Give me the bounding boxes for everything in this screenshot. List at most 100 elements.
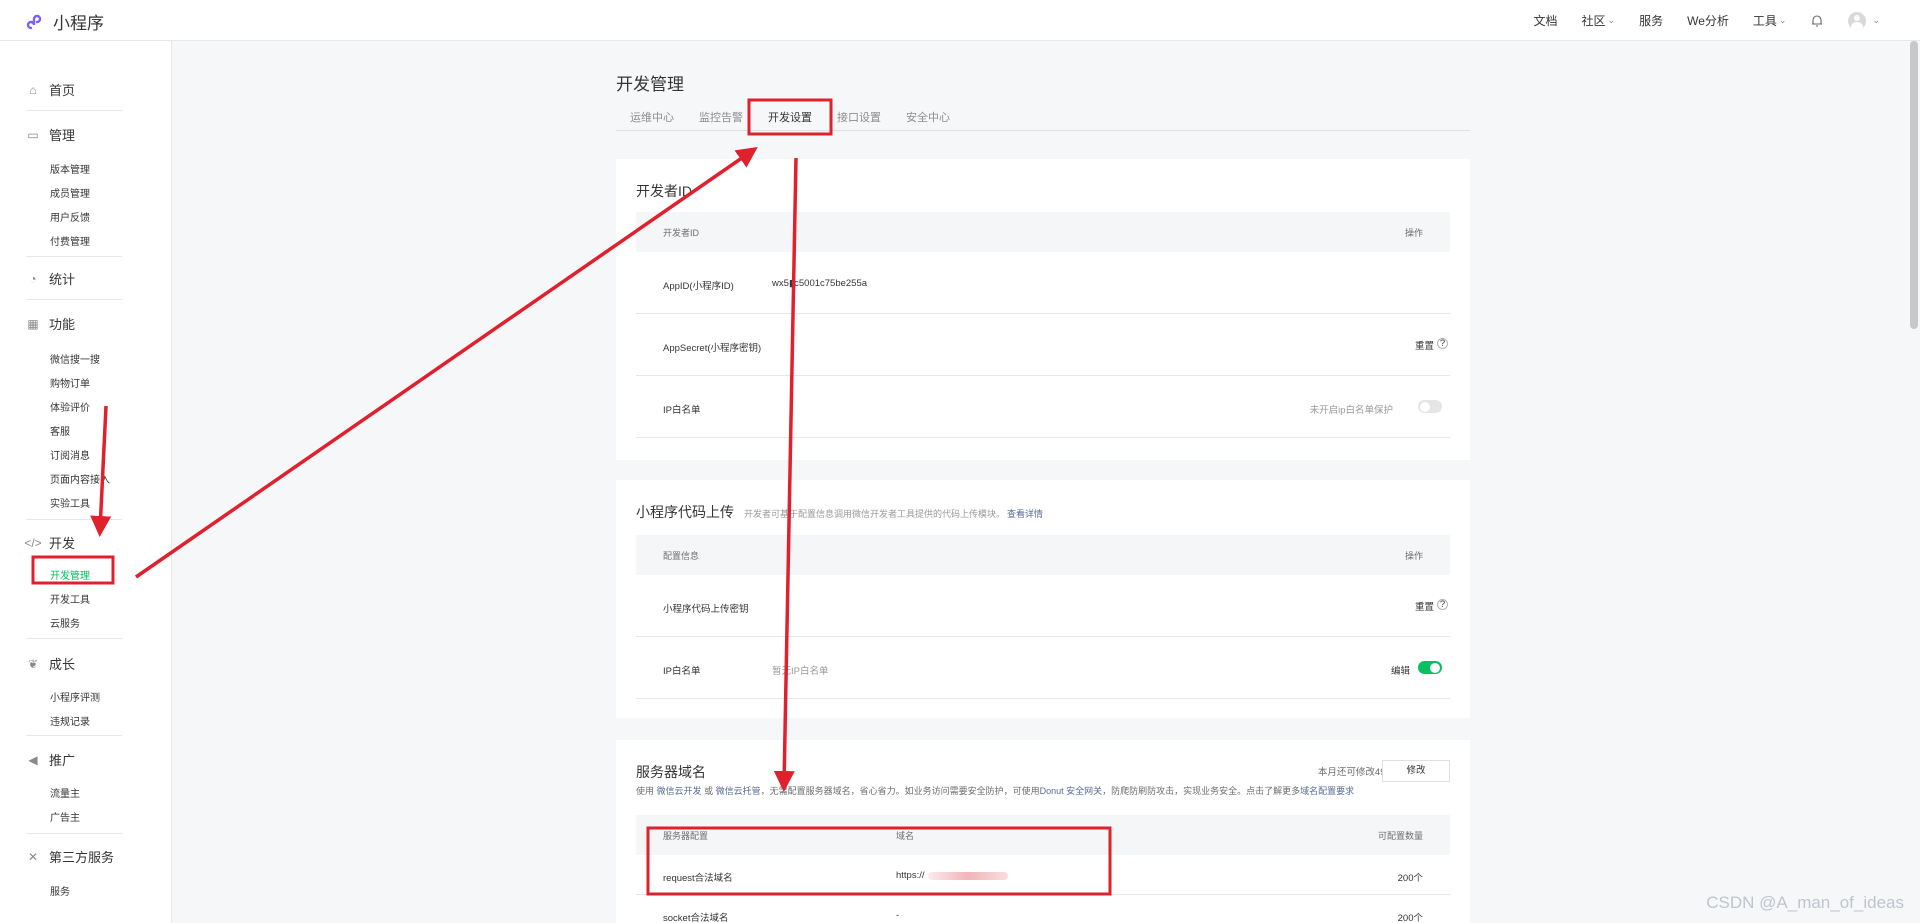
sidebar-item-advertiser[interactable]: 广告主 — [50, 809, 80, 824]
table-row: socket合法域名 - 200个 — [636, 895, 1450, 923]
nav-community[interactable]: 社区 ⌄ — [1582, 12, 1616, 29]
tab-security[interactable]: 安全中心 — [906, 109, 950, 125]
sidebar-item-violations[interactable]: 违规记录 — [50, 713, 90, 728]
top-nav: 文档 社区 ⌄ 服务 We分析 工具 ⌄ ⌄ — [1510, 0, 1880, 41]
logo[interactable]: 小程序 — [26, 9, 104, 34]
inbox-icon: ▭ — [27, 127, 39, 142]
request-domain-value: https:// — [896, 870, 925, 881]
divider — [26, 519, 122, 520]
sidebar-section-label: 推广 — [49, 753, 76, 768]
sidebar-item-dev-manage[interactable]: 开发管理 — [50, 567, 90, 582]
sidebar-section-home[interactable]: ⌂ 首页 — [26, 80, 75, 99]
desc-text: ，无需配置服务器域名，省心省力。如业务访问需要安全防护，可使用 — [760, 786, 1040, 796]
cloud-hosting-link[interactable]: 微信云托管 — [716, 786, 761, 796]
sprout-icon: ❦ — [27, 656, 39, 671]
card-description: 开发者可基于配置信息调用微信开发者工具提供的代码上传模块。 — [744, 509, 1006, 519]
sidebar-item-traffic[interactable]: 流量主 — [50, 785, 80, 800]
desc-text: 使用 — [636, 786, 655, 796]
sidebar-section-dev[interactable]: </> 开发 — [24, 533, 76, 552]
edit-ip-button[interactable]: 编辑 — [1391, 663, 1410, 677]
appsecret-actions: 重置? — [1415, 338, 1448, 352]
puzzle-icon: ✕ — [27, 849, 39, 864]
help-icon[interactable]: ? — [1437, 338, 1448, 349]
sidebar: ⌂ 首页 ▭ 管理 版本管理 成员管理 用户反馈 付费管理 ◔ 统计 ▦ 功能 微信搜一… — [0, 41, 172, 923]
sidebar-section-label: 开发 — [49, 536, 76, 551]
appsecret-label: AppSecret(小程序密钥) — [663, 343, 762, 354]
table-row: request合法域名 https:// 200个 — [636, 855, 1450, 895]
ip-whitelist-status: 未开启ip白名单保护 — [1309, 405, 1393, 416]
appid-label: AppID(小程序ID) — [663, 281, 734, 292]
sidebar-section-growth[interactable]: ❦ 成长 — [26, 654, 75, 673]
divider — [26, 256, 122, 257]
nav-tools[interactable]: 工具 ⌄ — [1753, 12, 1787, 29]
table-row: IP白名单 未开启ip白名单保护 — [636, 376, 1450, 438]
sidebar-section-third-party[interactable]: ✕ 第三方服务 — [26, 847, 114, 866]
sidebar-item-subscribe[interactable]: 订阅消息 — [50, 447, 90, 462]
nav-we-analytics[interactable]: We分析 — [1687, 12, 1729, 29]
sidebar-section-manage[interactable]: ▭ 管理 — [26, 125, 75, 144]
user-menu[interactable]: ⌄ — [1848, 11, 1880, 30]
table-row: IP白名单 暂无IP白名单 编辑 — [636, 637, 1450, 699]
nav-services[interactable]: 服务 — [1639, 12, 1663, 29]
reset-upload-key-button[interactable]: 重置 — [1415, 602, 1434, 613]
app-name: 小程序 — [53, 14, 104, 33]
column-header: 域名 — [896, 831, 915, 841]
sidebar-item-support[interactable]: 客服 — [50, 423, 70, 438]
divider — [26, 110, 122, 111]
sidebar-item-version[interactable]: 版本管理 — [50, 161, 90, 176]
megaphone-icon: ◀ — [28, 752, 38, 767]
sidebar-item-orders[interactable]: 购物订单 — [50, 375, 90, 390]
sidebar-item-payment[interactable]: 付费管理 — [50, 233, 90, 248]
donut-gateway-link[interactable]: Donut 安全网关 — [1040, 786, 1103, 796]
chevron-down-icon: ⌄ — [1607, 15, 1616, 25]
nav-tools-label: 工具 — [1752, 14, 1777, 28]
cloud-dev-link[interactable]: 微信云开发 — [657, 786, 702, 796]
table-header: 开发者ID 操作 — [636, 212, 1450, 252]
sidebar-item-evaluation[interactable]: 小程序评测 — [50, 689, 100, 704]
notification-bell[interactable] — [1810, 14, 1824, 28]
sidebar-item-review[interactable]: 体验评价 — [50, 399, 90, 414]
sidebar-item-feedback[interactable]: 用户反馈 — [50, 209, 90, 224]
sidebar-item-content[interactable]: 页面内容接入 — [50, 471, 110, 486]
upload-ip-value: 暂无IP白名单 — [772, 666, 829, 677]
sidebar-section-promote[interactable]: ◀ 推广 — [26, 750, 75, 769]
chevron-down-icon: ⌄ — [1778, 15, 1787, 25]
upload-key-label: 小程序代码上传密钥 — [663, 604, 749, 615]
home-icon: ⌂ — [29, 82, 37, 97]
help-icon[interactable]: ? — [1437, 599, 1448, 610]
sidebar-section-stats[interactable]: ◔ 统计 — [26, 269, 75, 288]
reset-secret-button[interactable]: 重置 — [1415, 341, 1434, 352]
sidebar-section-label: 第三方服务 — [49, 850, 115, 865]
toggle-knob — [1430, 662, 1440, 673]
nav-community-label: 社区 — [1581, 14, 1606, 28]
chevron-down-icon: ⌄ — [1872, 15, 1880, 25]
socket-domain-value: - — [896, 910, 900, 921]
pie-chart-icon: ◔ — [29, 271, 37, 286]
card-title: 开发者ID — [636, 183, 692, 199]
mini-program-logo-icon — [26, 14, 42, 29]
upload-key-actions: 重置? — [1415, 599, 1448, 613]
sidebar-item-search[interactable]: 微信搜一搜 — [50, 351, 100, 366]
sidebar-item-experiment[interactable]: 实验工具 — [50, 495, 90, 510]
domain-requirements-link[interactable]: 域名配置要求 — [1300, 786, 1354, 796]
sidebar-item-cloud[interactable]: 云服务 — [50, 615, 80, 630]
tab-ops[interactable]: 运维中心 — [630, 109, 674, 125]
table-row: AppID(小程序ID) wx5▮c5001c75be255a — [636, 252, 1450, 314]
upload-ip-toggle[interactable] — [1418, 661, 1442, 674]
redacted-blur — [928, 872, 1008, 880]
sidebar-section-features[interactable]: ▦ 功能 — [26, 314, 75, 333]
view-details-link[interactable]: 查看详情 — [1007, 509, 1043, 519]
top-bar: 小程序 文档 社区 ⌄ 服务 We分析 工具 ⌄ ⌄ — [0, 0, 1920, 41]
sidebar-item-service[interactable]: 服务 — [50, 883, 70, 898]
sidebar-item-members[interactable]: 成员管理 — [50, 185, 90, 200]
card-title: 小程序代码上传 — [636, 504, 734, 520]
scrollbar[interactable] — [1910, 41, 1918, 329]
card-title: 服务器域名 — [636, 764, 706, 780]
modify-button[interactable]: 修改 — [1382, 760, 1450, 782]
sidebar-item-dev-tools[interactable]: 开发工具 — [50, 591, 90, 606]
ip-whitelist-toggle[interactable] — [1418, 400, 1442, 413]
tab-dev-settings[interactable]: 开发设置 — [768, 109, 812, 125]
tab-api-settings[interactable]: 接口设置 — [837, 109, 881, 125]
tab-monitor[interactable]: 监控告警 — [699, 109, 743, 125]
nav-docs[interactable]: 文档 — [1534, 12, 1558, 29]
